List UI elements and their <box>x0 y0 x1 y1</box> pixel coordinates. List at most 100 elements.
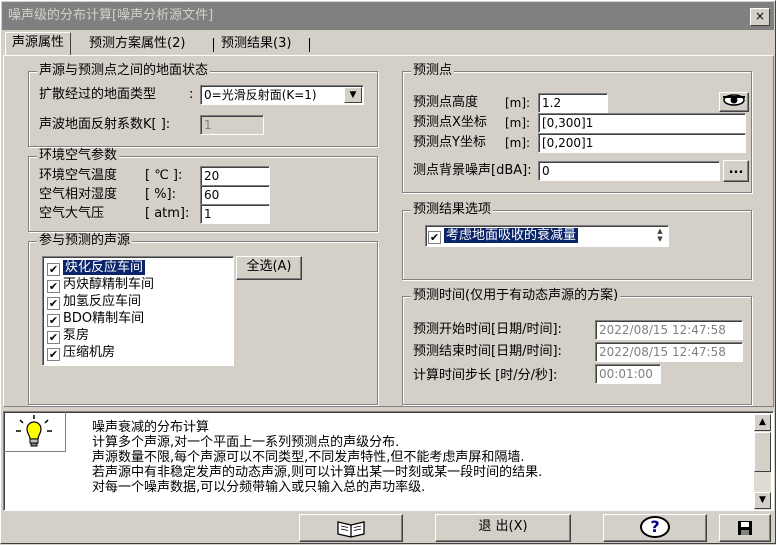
pressure-label: 空气大气压 <box>39 206 105 221</box>
help-line: 对每一个噪声数据,可以分频带输入或只输入总的声功率级. <box>92 480 426 495</box>
result-option-label: 考虑地面吸收的衰减量 <box>444 228 579 243</box>
tab-scheme-properties[interactable]: 预测方案属性(2) <box>83 34 191 55</box>
result-options-title: 预测结果选项 <box>411 202 494 218</box>
env-params-group: 环境空气参数 环境空气温度 [ ℃ ]: 20 空气相对湿度 [ %]: 60 … <box>28 148 378 232</box>
prediction-point-group: 预测点 预测点高度 [m]: 1.2 预测点X坐标 [m]: [0,300]1 … <box>402 63 752 193</box>
help-line: 若声源中有非稳定发声的动态声源,则可以计算出某一时刻或某一段时间的结果. <box>92 465 543 480</box>
tab-source-properties[interactable]: 声源属性 <box>5 32 72 55</box>
floppy-disk-icon <box>738 521 752 535</box>
tab-bar: 声源属性 预测方案属性(2) 预测结果(3) <box>1 31 776 55</box>
chevron-down-icon[interactable]: ▼ <box>344 87 362 103</box>
temp-field[interactable]: 20 <box>200 166 270 186</box>
time-step-field[interactable]: 00:01:00 <box>595 364 661 384</box>
pressure-field[interactable]: 1 <box>200 204 270 224</box>
point-height-field[interactable]: 1.2 <box>538 93 608 113</box>
start-time-field[interactable]: 2022/08/15 12:47:58 <box>595 320 743 340</box>
list-item-label: 压缩机房 <box>63 345 116 360</box>
humidity-label: 空气相对湿度 <box>39 187 118 202</box>
end-time-label: 预测结束时间[日期/时间]: <box>413 344 562 359</box>
prediction-time-title: 预测时间(仅用于有动态声源的方案) <box>411 288 621 304</box>
end-time-field[interactable]: 2022/08/15 12:47:58 <box>595 342 743 362</box>
start-time-label: 预测开始时间[日期/时间]: <box>413 322 562 337</box>
lightbulb-icon <box>16 415 52 447</box>
checkbox-icon[interactable]: ✔ <box>47 348 60 361</box>
ground-coef-field: 1 <box>200 115 264 135</box>
help-line: 计算多个声源,对一个平面上一系列预测点的声级分布. <box>92 435 400 450</box>
tab-panel: 声源与预测点之间的地面状态 扩散经过的地面类型 : 0=光滑反射面(K=1) ▼… <box>3 55 774 407</box>
sources-group: 参与预测的声源 ✔ 炔化反应车间 ✔ 丙炔醇精制车间 ✔ 加氢反应车间 ✔ BDO精制车… <box>28 233 378 405</box>
window-title: 噪声级的分布计算[噪声分析源文件] <box>8 8 214 23</box>
env-params-title: 环境空气参数 <box>37 148 120 164</box>
eye-icon[interactable] <box>719 92 749 112</box>
list-item-label: 泵房 <box>63 328 90 343</box>
humidity-unit: [ %]: <box>145 187 177 202</box>
checkbox-icon[interactable]: ✔ <box>47 314 60 327</box>
tab-prediction-results[interactable]: 预测结果(3) <box>215 34 297 55</box>
list-item[interactable]: ✔ 加氢反应车间 <box>47 293 141 311</box>
checkbox-icon[interactable]: ✔ <box>47 280 60 293</box>
checkbox-icon[interactable]: ✔ <box>47 297 60 310</box>
prediction-time-group: 预测时间(仅用于有动态声源的方案) 预测开始时间[日期/时间]: 2022/08… <box>402 288 752 405</box>
time-step-label: 计算时间步长 [时/分/秒]: <box>413 368 558 383</box>
save-button[interactable] <box>719 514 771 542</box>
humidity-field[interactable]: 60 <box>200 185 270 205</box>
chevron-down-icon[interactable]: ▼ <box>754 492 771 509</box>
point-x-field[interactable]: [0,300]1 <box>538 113 746 133</box>
list-item[interactable]: ✔ 泵房 <box>47 327 89 345</box>
select-all-button[interactable]: 全选(A) <box>236 256 302 280</box>
help-pane: 噪声衰减的分布计算 计算多个声源,对一个平面上一系列预测点的声级分布. 声源数量… <box>3 411 774 511</box>
ground-type-colon: : <box>189 87 194 102</box>
sources-title: 参与预测的声源 <box>37 233 133 249</box>
checkbox-icon[interactable]: ✔ <box>428 231 441 244</box>
list-item[interactable]: ✔ 压缩机房 <box>47 344 115 362</box>
ground-type-select[interactable]: 0=光滑反射面(K=1) ▼ <box>200 85 364 105</box>
tab-separator <box>213 38 214 52</box>
help-button[interactable]: ? <box>603 514 707 542</box>
exit-button[interactable]: 退 出(X) <box>435 514 571 542</box>
title-bar: 噪声级的分布计算[噪声分析源文件] × <box>2 2 774 30</box>
scroll-thumb[interactable] <box>754 432 771 472</box>
result-options-list[interactable]: ✔ 考虑地面吸收的衰减量 ▲ ▼ <box>425 225 669 247</box>
point-height-label: 预测点高度 <box>413 95 479 110</box>
point-x-label: 预测点X坐标 <box>413 115 487 130</box>
ground-type-label: 扩散经过的地面类型 <box>39 87 157 102</box>
result-options-group: 预测结果选项 ✔ 考虑地面吸收的衰减量 ▲ ▼ <box>402 202 752 280</box>
help-scrollbar[interactable]: ▲ ▼ <box>754 414 771 510</box>
help-line: 声源数量不限,每个声源可以不同类型,不同发声特性,但不能考虑声屏和隔墙. <box>92 450 525 465</box>
close-button[interactable]: × <box>750 8 770 26</box>
pressure-unit: [ atm]: <box>145 206 190 221</box>
help-title: 噪声衰减的分布计算 <box>92 420 210 435</box>
prediction-point-title: 预测点 <box>411 63 455 79</box>
chevron-up-icon[interactable]: ▲ <box>754 414 771 431</box>
source-list[interactable]: ✔ 炔化反应车间 ✔ 丙炔醇精制车间 ✔ 加氢反应车间 ✔ BDO精制车间 ✔ 泵房 ✔ 压… <box>42 256 234 366</box>
browse-button[interactable]: ... <box>723 160 749 182</box>
point-height-unit: [m]: <box>505 96 531 110</box>
list-item[interactable]: ✔ 考虑地面吸收的衰减量 <box>428 227 646 245</box>
list-item-label: BDO精制车间 <box>63 311 145 326</box>
checkbox-icon[interactable]: ✔ <box>47 331 60 344</box>
ground-type-value: 0=光滑反射面(K=1) <box>204 88 317 102</box>
list-item[interactable]: ✔ 丙炔醇精制车间 <box>47 276 154 294</box>
open-book-button[interactable] <box>299 514 403 542</box>
spin-icon[interactable]: ▲ ▼ <box>654 227 666 245</box>
temp-label: 环境空气温度 <box>39 168 118 183</box>
book-icon <box>337 521 365 538</box>
ground-state-title: 声源与预测点之间的地面状态 <box>37 63 211 79</box>
background-noise-field[interactable]: 0 <box>538 161 720 181</box>
point-y-label: 预测点Y坐标 <box>413 135 486 150</box>
list-item[interactable]: ✔ BDO精制车间 <box>47 310 144 328</box>
tab-separator <box>309 38 310 52</box>
point-y-field[interactable]: [0,200]1 <box>538 133 746 153</box>
list-item-label: 炔化反应车间 <box>63 260 146 275</box>
list-item[interactable]: ✔ 炔化反应车间 <box>47 259 146 277</box>
point-y-unit: [m]: <box>505 136 531 150</box>
ground-coef-label: 声波地面反射系数K[ ]: <box>39 117 171 132</box>
checkbox-icon[interactable]: ✔ <box>47 263 60 276</box>
dialog-window: 噪声级的分布计算[噪声分析源文件] × 声源属性 预测方案属性(2) 预测结果(… <box>0 0 776 544</box>
help-panel-corner <box>4 412 66 452</box>
list-item-label: 丙炔醇精制车间 <box>63 277 155 292</box>
temp-unit: [ ℃ ]: <box>145 168 183 183</box>
point-x-unit: [m]: <box>505 116 531 130</box>
list-item-label: 加氢反应车间 <box>63 294 142 309</box>
help-question-icon: ? <box>640 516 670 538</box>
